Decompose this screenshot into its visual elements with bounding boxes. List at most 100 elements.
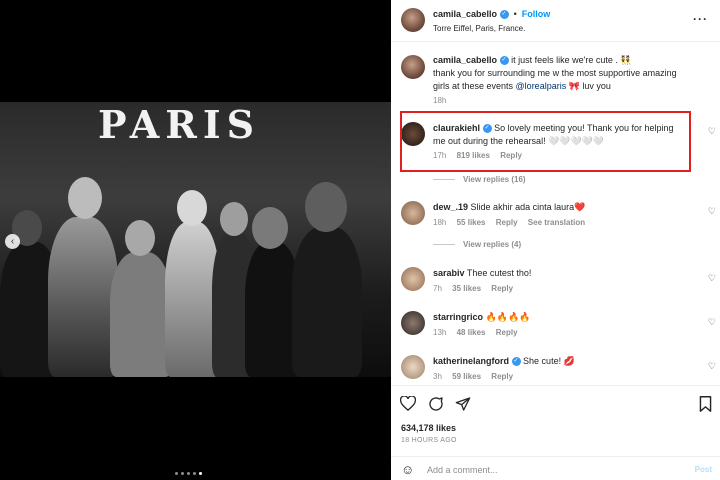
avatar[interactable] [401,8,425,32]
chevron-left-icon[interactable]: ‹ [5,234,20,249]
like-heart-icon[interactable] [399,395,417,415]
comment-item: starringrico 🔥🔥🔥🔥 13h 48 likes Reply ♡ [391,309,720,345]
header-user-row: camila_cabello ✓ • Follow [433,9,551,20]
post-header: camila_cabello ✓ • Follow Torre Eiffel, … [391,0,720,42]
verified-badge-icon: ✓ [511,357,521,367]
comment-meta: 18h 55 likes Reply See translation [433,218,593,227]
paris-sign: PARIS [98,102,261,147]
comment-body-line1: She cute! 💋 [523,356,575,366]
post-time: 18 HOURS AGO [401,437,457,444]
person-head [125,220,155,256]
view-replies-button[interactable]: View replies (16) [433,175,526,184]
mention-link[interactable]: @lorealparis [516,81,567,91]
avatar[interactable] [401,355,425,379]
add-comment-row: ☺ Post [391,456,720,480]
divider-line [433,244,455,246]
avatar[interactable] [401,55,425,79]
header-username[interactable]: camila_cabello [433,9,497,19]
avatar[interactable] [401,201,425,225]
post-media-panel: PARIS ‹ [0,0,391,480]
caption-line1: it just feels like we're cute . 👯 [511,55,632,65]
reply-button[interactable]: Reply [496,218,518,227]
comment-time: 3h [433,372,442,381]
person-head [305,182,347,232]
comment-meta: 7h 35 likes Reply [433,284,521,293]
comment-username[interactable]: starringrico [433,312,483,322]
comment-likes[interactable]: 48 likes [457,328,486,337]
comment-time: 18h [433,218,447,227]
person-figure [292,227,362,377]
like-comment-heart-icon[interactable]: ♡ [708,361,716,372]
caption-line2: thank you for surrounding me w the most … [433,68,677,78]
comment-username[interactable]: katherinelangford [433,356,509,366]
caption-username[interactable]: camila_cabello [433,55,497,65]
person-figure [48,217,118,377]
post-actions: 634,178 likes 18 HOURS AGO ☺ Post [391,385,720,480]
reply-button[interactable]: Reply [496,328,518,337]
post-details-panel: camila_cabello ✓ • Follow Torre Eiffel, … [391,0,720,480]
comment-icon[interactable] [428,396,444,416]
caption-line3-post: 🎀 luv you [566,81,611,91]
comment-time: 7h [433,284,442,293]
comment-item: dew_.19 Slide akhir ada cinta laura❤️ 18… [391,198,720,253]
comment-text: starringrico 🔥🔥🔥🔥 [433,311,530,324]
person-head [252,207,288,249]
highlight-box [400,111,691,172]
share-icon[interactable] [455,396,471,416]
bookmark-icon[interactable] [699,396,712,416]
view-replies-label: View replies (16) [463,175,526,184]
caption: camila_cabello ✓ it just feels like we'r… [391,50,720,105]
comment-item: katherinelangford ✓ She cute! 💋 3h 59 li… [391,353,720,385]
avatar[interactable] [401,267,425,291]
comment-meta: 13h 48 likes Reply [433,328,526,337]
person-head [220,202,248,236]
comment-item: sarabiv Thee cutest tho! 7h 35 likes Rep… [391,265,720,301]
comment-time: 13h [433,328,447,337]
divider-line [433,179,455,181]
comment-text: sarabiv Thee cutest tho! [433,267,531,280]
comment-text: katherinelangford ✓ She cute! 💋 [433,355,575,368]
comment-text: dew_.19 Slide akhir ada cinta laura❤️ [433,201,585,214]
like-comment-heart-icon[interactable]: ♡ [708,317,716,328]
caption-meta: 18h [433,96,454,105]
follow-button[interactable]: Follow [522,9,551,19]
comment-likes[interactable]: 55 likes [457,218,486,227]
post-button[interactable]: Post [695,465,712,474]
person-head [68,177,102,219]
caption-line3-pre: girls at these events [433,81,516,91]
reply-button[interactable]: Reply [491,284,513,293]
carousel-dot [187,472,190,475]
carousel-dot [193,472,196,475]
see-translation-button[interactable]: See translation [528,218,585,227]
comment-body-line1: Thee cutest tho! [466,268,532,278]
reply-button[interactable]: Reply [491,372,513,381]
view-replies-button[interactable]: View replies (4) [433,240,521,249]
likes-count[interactable]: 634,178 likes [401,423,456,433]
carousel-dots [175,472,202,475]
more-options-icon[interactable]: ··· [693,12,708,26]
like-comment-heart-icon[interactable]: ♡ [708,126,716,137]
like-comment-heart-icon[interactable]: ♡ [708,206,716,217]
comment-meta: 3h 59 likes Reply [433,372,521,381]
verified-badge-icon: ✓ [499,10,509,20]
comment-body-line1: Slide akhir ada cinta laura❤️ [470,202,586,212]
caption-text: camila_cabello ✓ it just feels like we'r… [433,54,677,93]
person-head [177,190,207,226]
comment-body-line1: 🔥🔥🔥🔥 [485,312,531,322]
view-replies-label: View replies (4) [463,240,522,249]
like-comment-heart-icon[interactable]: ♡ [708,273,716,284]
carousel-dot-active [199,472,202,475]
comment-likes[interactable]: 35 likes [452,284,481,293]
comment-username[interactable]: dew_.19 [433,202,468,212]
avatar[interactable] [401,311,425,335]
verified-badge-icon: ✓ [499,56,509,66]
location-link[interactable]: Torre Eiffel, Paris, France. [433,24,525,33]
add-comment-input[interactable] [427,462,677,478]
person-figure [110,252,172,377]
carousel-dot [181,472,184,475]
post-photo: PARIS [0,102,391,377]
caption-time: 18h [433,96,447,105]
comment-username[interactable]: sarabiv [433,268,465,278]
comment-likes[interactable]: 59 likes [452,372,481,381]
emoji-icon[interactable]: ☺ [401,462,414,477]
